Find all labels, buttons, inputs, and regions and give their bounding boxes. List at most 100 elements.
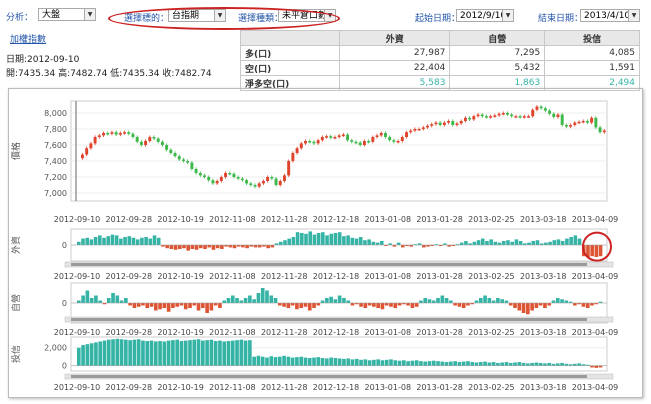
bar: [312, 234, 317, 245]
x-tick-label: 2012-12-18: [313, 328, 360, 337]
candle-body: [489, 116, 493, 118]
bar: [367, 360, 372, 366]
summary-row-label: 多(口): [240, 45, 340, 61]
bar: [248, 340, 252, 366]
bar: [534, 303, 539, 308]
bar: [375, 242, 380, 245]
candle-body: [308, 141, 312, 143]
candle-body: [585, 121, 589, 123]
charts-svg[interactable]: 價格 8,000 7,800 7,600 7,400 7,200 7,000 2012-09-…: [9, 89, 642, 397]
bar: [513, 362, 517, 366]
bar: [158, 341, 162, 366]
bar: [218, 340, 222, 366]
candle-body: [346, 134, 350, 141]
bar: [173, 245, 178, 250]
x-tick-label: 2012-11-28: [261, 328, 308, 337]
bar: [124, 298, 128, 303]
bar: [466, 303, 470, 306]
summary-header-cell: 自營: [449, 30, 546, 46]
x-tick-label: 2013-04-09: [572, 328, 619, 337]
analysis-select[interactable]: 大盤 ▼: [38, 8, 96, 21]
bar: [333, 358, 338, 366]
bar: [337, 295, 342, 303]
scrollbar-thumb[interactable]: [71, 263, 587, 266]
bar: [555, 363, 560, 366]
candle-body: [236, 177, 240, 179]
bar: [363, 240, 367, 245]
scrollbar-thumb[interactable]: [71, 318, 587, 321]
bar: [350, 237, 355, 245]
x-tick-label: 2012-12-18: [313, 383, 360, 392]
bar: [207, 245, 212, 248]
bar: [256, 293, 261, 303]
bar: [320, 358, 325, 366]
candle-body: [257, 183, 261, 187]
bar: [513, 303, 517, 308]
bar: [449, 300, 453, 303]
candle-body: [531, 109, 535, 117]
y-tick-label: 7,600: [44, 141, 67, 150]
bar: [530, 303, 534, 311]
candle-body: [152, 137, 156, 139]
summary-row-long: 多(口) 27,987 7,295 4,085: [240, 45, 640, 61]
candle-body: [371, 137, 375, 142]
bar: [464, 241, 468, 245]
bar: [119, 300, 124, 303]
bar: [401, 245, 405, 248]
candle-body: [266, 177, 270, 181]
candle-body: [333, 137, 337, 139]
bar: [131, 237, 136, 245]
start-date-select[interactable]: 2012/9/10 ▼: [456, 9, 514, 22]
candle-body: [569, 125, 573, 127]
candle-body: [127, 132, 131, 134]
candle-body: [438, 122, 442, 125]
candle-body: [510, 114, 514, 117]
bar: [333, 233, 338, 245]
bar: [534, 362, 539, 366]
bar: [165, 245, 169, 249]
scrollbar-thumb[interactable]: [71, 375, 587, 378]
candle-body: [261, 181, 265, 184]
bar: [201, 303, 205, 308]
x-tick-label: 2012-10-19: [157, 272, 204, 281]
bar: [144, 237, 148, 245]
bar: [461, 361, 466, 366]
bar: [325, 358, 329, 366]
candle-body: [476, 114, 480, 117]
bar: [548, 241, 552, 245]
weighted-index-link[interactable]: 加權指數: [10, 32, 46, 45]
bar: [188, 303, 192, 308]
candle-body: [556, 114, 560, 117]
bar: [286, 303, 291, 308]
bar: [290, 357, 295, 366]
candle-body: [156, 138, 160, 142]
bar: [521, 362, 526, 366]
candle-body: [543, 108, 547, 111]
bar: [474, 300, 479, 303]
bar: [569, 237, 573, 245]
bar: [156, 237, 161, 245]
end-date-select[interactable]: 2013/4/10 ▼: [580, 9, 640, 22]
bar: [106, 339, 111, 366]
bar: [565, 238, 569, 245]
bar: [384, 303, 389, 306]
bar: [286, 356, 291, 366]
bar: [367, 303, 372, 306]
bar: [81, 295, 85, 303]
y-tick-label: 7,000: [44, 189, 67, 198]
bar: [114, 235, 119, 245]
bar: [182, 245, 186, 249]
candle-body: [459, 121, 463, 124]
bar: [316, 303, 321, 306]
bar: [199, 245, 203, 249]
bar: [431, 360, 436, 366]
candle-body: [484, 116, 488, 118]
candle-body: [207, 177, 211, 181]
bar: [491, 300, 496, 303]
bar: [346, 358, 351, 366]
bar: [500, 299, 505, 303]
bar: [140, 237, 144, 245]
bar: [291, 237, 296, 245]
bar: [485, 241, 489, 245]
x-tick-label: 2012-11-08: [209, 383, 256, 392]
